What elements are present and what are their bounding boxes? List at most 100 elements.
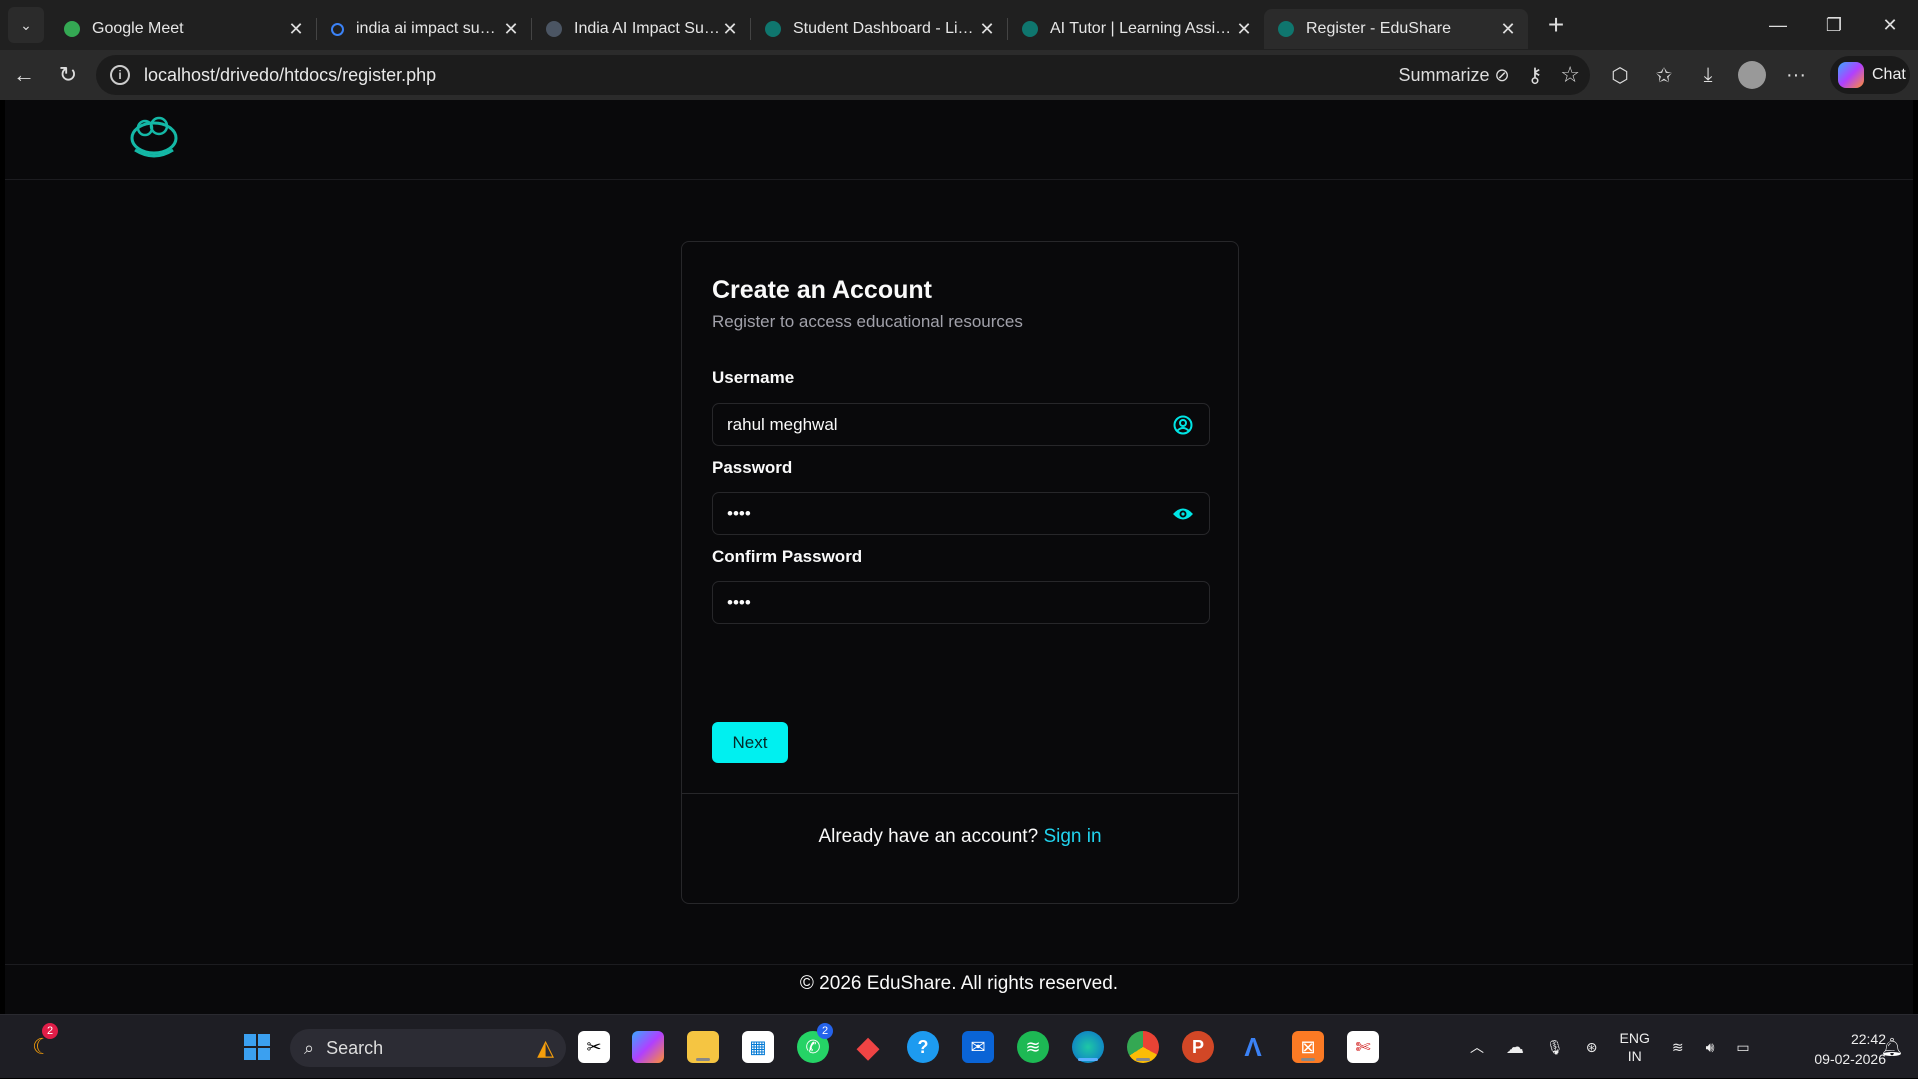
browser-tab[interactable]: india ai impact summit 2026 ✕	[317, 9, 531, 49]
outlook-app[interactable]: ✉	[962, 1031, 994, 1063]
key-icon[interactable]: ⚷	[1528, 63, 1543, 88]
cloud-icon[interactable]: ☁	[1506, 1037, 1524, 1058]
password-input[interactable]	[727, 503, 1171, 524]
microphone-icon[interactable]: 🎙︎	[1546, 1039, 1564, 1056]
wifi-icon[interactable]: ≋	[1672, 1039, 1684, 1056]
signin-prompt-row: Already have an account? Sign in	[682, 826, 1238, 848]
restore-button[interactable]: ❐	[1806, 0, 1862, 50]
region-code: IN	[1627, 1048, 1642, 1064]
weather-widget[interactable]: ☾ 2	[26, 1023, 58, 1063]
help-app[interactable]: ?	[907, 1031, 939, 1063]
search-icon	[331, 22, 344, 36]
downloads-button[interactable]: ⤓	[1686, 55, 1730, 95]
username-field[interactable]	[712, 403, 1210, 446]
close-icon[interactable]: ✕	[977, 19, 997, 40]
battery-icon[interactable]: ▭	[1736, 1039, 1749, 1056]
summarize-button[interactable]: Summarize ⊘	[1398, 65, 1509, 86]
profile-button[interactable]	[1730, 55, 1774, 95]
system-tray: ︿ ☁ 🎙︎ ⊛ ENG IN ≋ 🔊︎ ▭	[1470, 1015, 1750, 1079]
reload-icon: ↻	[58, 62, 78, 87]
tab-actions-menu-button[interactable]: ⌄	[8, 7, 44, 43]
edge-app[interactable]	[1072, 1031, 1104, 1063]
back-button[interactable]: ←	[2, 55, 46, 95]
notifications-button[interactable]: 🔔︎	[1876, 1031, 1908, 1063]
avatar	[1738, 61, 1766, 89]
url-text[interactable]: localhost/drivedo/htdocs/register.php	[144, 65, 436, 86]
whatsapp-app[interactable]: ✆ 2	[797, 1023, 833, 1063]
edushare-icon	[765, 21, 781, 37]
download-icon: ⤓	[1703, 63, 1713, 86]
copilot-chat-button[interactable]: Chat	[1830, 56, 1910, 94]
clock-time: 22:42	[1850, 1031, 1886, 1047]
running-indicator	[696, 1058, 710, 1061]
volume-icon[interactable]: 🔊︎	[1706, 1039, 1715, 1056]
card-divider	[682, 793, 1238, 794]
xampp-app[interactable]: ⊠	[1292, 1031, 1324, 1063]
password-field[interactable]	[712, 492, 1210, 535]
close-icon[interactable]: ✕	[286, 19, 306, 40]
tab-title: India AI Impact Summit 2026	[574, 20, 720, 37]
notification-badge: 2	[42, 1023, 58, 1039]
tab-title: india ai impact summit 2026	[356, 20, 501, 37]
running-indicator	[1301, 1058, 1315, 1061]
confirm-password-field[interactable]	[712, 581, 1210, 624]
next-button[interactable]: Next	[712, 722, 788, 763]
chat-label: Chat	[1872, 66, 1906, 83]
chevron-up-icon[interactable]: ︿	[1470, 1037, 1484, 1057]
favorites-button[interactable]: ✩	[1642, 55, 1686, 95]
more-menu-button[interactable]: ···	[1774, 55, 1818, 95]
app-a[interactable]: Λ	[1237, 1031, 1269, 1063]
microsoft-store-app[interactable]: ▦	[742, 1031, 774, 1063]
copilot-app[interactable]	[632, 1031, 664, 1063]
browser-tab[interactable]: India AI Impact Summit 2026 ✕	[532, 9, 750, 49]
clock[interactable]: 22:42 09-02-2026	[1776, 1029, 1886, 1069]
edushare-logo[interactable]	[127, 116, 181, 162]
address-bar-actions: Summarize ⊘ ⚷ ☆	[1398, 55, 1580, 95]
browser-tab[interactable]: Google Meet ✕	[50, 9, 316, 49]
tab-title: Google Meet	[92, 20, 184, 37]
username-input[interactable]	[727, 414, 1171, 435]
new-tab-button[interactable]: +	[1538, 7, 1574, 43]
capcut-app[interactable]: ✂	[578, 1031, 610, 1063]
close-icon[interactable]: ✕	[1498, 19, 1518, 40]
info-icon[interactable]: i	[110, 65, 130, 85]
signin-link[interactable]: Sign in	[1043, 826, 1101, 847]
file-explorer-app[interactable]	[687, 1031, 719, 1063]
browser-tab[interactable]: Student Dashboard - Libraryw ✕	[751, 9, 1007, 49]
star-icon[interactable]: ☆	[1560, 62, 1580, 88]
language-code: ENG	[1619, 1030, 1650, 1046]
close-icon[interactable]: ✕	[720, 19, 740, 40]
powerpoint-app[interactable]: P	[1182, 1031, 1214, 1063]
eye-icon[interactable]	[1171, 502, 1195, 526]
notification-badge: 2	[817, 1023, 833, 1039]
clock-date: 09-02-2026	[1814, 1051, 1886, 1067]
chrome-app[interactable]	[1127, 1031, 1159, 1063]
password-label: Password	[712, 458, 793, 477]
plus-icon: +	[1547, 9, 1565, 40]
restore-icon: ❐	[1825, 14, 1843, 35]
signin-prompt: Already have an account?	[818, 826, 1039, 847]
close-icon[interactable]: ✕	[1234, 19, 1254, 40]
address-bar[interactable]: i localhost/drivedo/htdocs/register.php …	[96, 55, 1590, 95]
location-icon[interactable]: ⊛	[1586, 1039, 1598, 1056]
close-window-button[interactable]: ✕	[1862, 0, 1918, 50]
extensions-button[interactable]: ⬡	[1598, 55, 1642, 95]
running-indicator	[1136, 1058, 1150, 1061]
snipping-tool-app[interactable]: ✄	[1347, 1031, 1379, 1063]
browser-tab[interactable]: AI Tutor | Learning Assistant ✕	[1008, 9, 1264, 49]
minimize-button[interactable]: —	[1750, 0, 1806, 50]
browser-tab-active[interactable]: Register - EduShare ✕	[1264, 9, 1528, 49]
spotify-app[interactable]: ≋	[1017, 1031, 1049, 1063]
start-button[interactable]	[241, 1031, 273, 1063]
browser-toolbar: ← ↻ i localhost/drivedo/htdocs/register.…	[0, 50, 1918, 100]
tab-title: AI Tutor | Learning Assistant	[1050, 20, 1234, 37]
close-icon[interactable]: ✕	[501, 19, 521, 40]
taskbar-search[interactable]: ⌕ Search ◭	[290, 1029, 566, 1067]
reload-button[interactable]: ↻	[46, 55, 90, 95]
language-indicator[interactable]: ENG IN	[1620, 1029, 1650, 1065]
anydesk-app[interactable]: ◆	[852, 1031, 884, 1064]
window-controls: — ❐ ✕	[1750, 0, 1918, 50]
confirm-password-input[interactable]	[727, 592, 1195, 613]
bell-icon: 🔔︎	[1880, 1036, 1904, 1057]
site-icon	[546, 21, 562, 37]
